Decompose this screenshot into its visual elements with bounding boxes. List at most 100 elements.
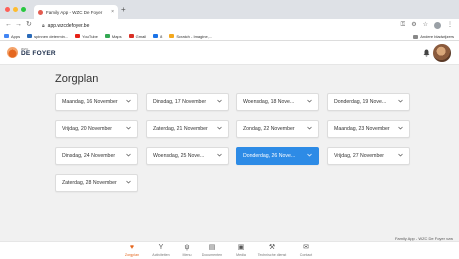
key-icon[interactable]: ⚿ bbox=[401, 21, 406, 29]
profile-icon[interactable] bbox=[434, 21, 441, 29]
bottom-nav: ♥ Zorgplan Y Activiteiten ψ Menu ▤ Documenten ▣ M… bbox=[0, 241, 459, 259]
forward-icon[interactable]: → bbox=[15, 21, 22, 29]
bookmark-icon bbox=[75, 34, 81, 38]
nav-label: Media bbox=[236, 253, 246, 257]
date-dropdown[interactable]: Zaterdag, 28 November bbox=[55, 174, 138, 192]
address-bar[interactable]: 🔒︎ app.wzcdefoyer.be bbox=[42, 21, 382, 30]
date-dropdown[interactable]: Donderdag, 19 Nove... bbox=[327, 93, 410, 111]
bookmark-label: Scratch - Imagine,... bbox=[176, 33, 213, 39]
bookmark-item[interactable]: 8 bbox=[153, 34, 162, 39]
browser-toolbar: ← → ↻ 🔒︎ app.wzcdefoyer.be ⚿ ⚙ ☆ ⋮ bbox=[0, 19, 459, 32]
bookmark-label: Apps bbox=[11, 33, 21, 39]
chevron-down-icon bbox=[398, 99, 403, 105]
nav-item-documenten[interactable]: ▤ Documenten bbox=[199, 244, 225, 257]
close-window-button[interactable] bbox=[5, 7, 10, 12]
nav-item-zorgplan[interactable]: ♥ Zorgplan bbox=[119, 244, 145, 257]
bookmark-label: spinnen determin... bbox=[34, 33, 69, 39]
bookmark-item[interactable]: Maps bbox=[104, 33, 122, 39]
bookmark-label: YouTube bbox=[82, 33, 98, 39]
reload-icon[interactable]: ↻ bbox=[26, 21, 32, 29]
date-dropdown[interactable]: Woensdag, 18 Nove... bbox=[236, 93, 319, 111]
nav-item-media[interactable]: ▣ Media bbox=[228, 244, 254, 257]
logo-text: DE FOYER bbox=[21, 49, 56, 57]
nav-label: Menu bbox=[182, 253, 192, 257]
logo-icon bbox=[7, 47, 18, 58]
mail-icon: ✉ bbox=[303, 244, 309, 251]
date-dropdown[interactable]: Maandag, 16 November bbox=[55, 93, 138, 111]
date-dropdown[interactable]: Maandag, 23 November bbox=[327, 120, 410, 138]
chevron-down-icon bbox=[217, 153, 222, 159]
bookmark-item[interactable]: Scratch - Imagine,... bbox=[169, 34, 212, 39]
chevron-down-icon bbox=[307, 99, 312, 105]
nav-label: Zorgplan bbox=[124, 253, 140, 257]
tab-title: Family App - WZC De Foyer bbox=[46, 9, 103, 15]
menu-dots-icon[interactable]: ⋮ bbox=[447, 21, 453, 29]
date-dropdown[interactable]: Dinsdag, 17 November bbox=[146, 93, 229, 111]
chevron-down-icon bbox=[126, 153, 131, 159]
date-dropdown[interactable]: Vrijdag, 20 November bbox=[55, 120, 138, 138]
new-tab-button[interactable]: + bbox=[121, 6, 126, 14]
date-dropdown[interactable]: Dinsdag, 24 November bbox=[55, 147, 138, 165]
date-dropdown-label: Dinsdag, 17 November bbox=[153, 99, 207, 105]
bookmark-icon bbox=[104, 34, 110, 38]
bookmark-item[interactable]: YouTube bbox=[75, 34, 98, 39]
minimize-window-button[interactable] bbox=[13, 7, 18, 12]
bookmark-icon bbox=[128, 34, 134, 38]
date-dropdown[interactable]: Vrijdag, 27 November bbox=[327, 147, 410, 165]
bookmarks-bar: Apps spinnen determin... YouTube Maps Gmail 8… bbox=[0, 32, 459, 41]
other-bookmarks[interactable]: Andere bladwijzers bbox=[413, 34, 454, 39]
nav-item-activiteiten[interactable]: Y Activiteiten bbox=[148, 244, 174, 257]
nav-label: Documenten bbox=[201, 253, 223, 257]
bookmark-icon bbox=[169, 34, 175, 38]
maximize-window-button[interactable] bbox=[21, 7, 26, 12]
back-icon[interactable]: ← bbox=[5, 21, 12, 29]
nav-item-menu[interactable]: ψ Menu bbox=[174, 244, 200, 257]
other-bookmarks-label: Andere bladwijzers bbox=[420, 34, 454, 39]
date-dropdown-label: Zondag, 22 November bbox=[243, 126, 295, 132]
date-dropdown[interactable]: Donderdag, 26 Nove... bbox=[236, 147, 319, 165]
heart-icon: ♥ bbox=[129, 244, 135, 251]
chevron-down-icon bbox=[126, 180, 131, 186]
date-dropdown-label: Woensdag, 25 Nove... bbox=[153, 153, 205, 159]
bell-icon[interactable] bbox=[423, 49, 430, 59]
chevron-down-icon bbox=[217, 126, 222, 132]
bookmark-label: Maps bbox=[111, 33, 122, 39]
nav-item-contact[interactable]: ✉ Contact bbox=[293, 244, 319, 257]
bookmark-icon bbox=[27, 34, 33, 38]
cutlery-icon: ψ bbox=[184, 244, 190, 251]
lock-icon: 🔒︎ bbox=[42, 22, 45, 29]
chevron-down-icon bbox=[217, 99, 222, 105]
date-dropdown[interactable]: Woensdag, 25 Nove... bbox=[146, 147, 229, 165]
close-tab-icon[interactable]: × bbox=[111, 9, 114, 15]
bookmark-icon bbox=[153, 34, 159, 38]
date-dropdown[interactable]: Zaterdag, 21 November bbox=[146, 120, 229, 138]
avatar[interactable] bbox=[433, 44, 451, 62]
nav-label: Contact bbox=[299, 253, 313, 257]
chevron-down-icon bbox=[126, 99, 131, 105]
star-icon[interactable]: ☆ bbox=[423, 21, 428, 29]
nav-label: Activiteiten bbox=[152, 253, 170, 257]
bookmark-item[interactable]: spinnen determin... bbox=[27, 34, 68, 39]
chevron-down-icon bbox=[307, 153, 312, 159]
bookmark-label: 8 bbox=[160, 33, 163, 39]
bookmark-label: Gmail bbox=[135, 33, 147, 39]
folder-icon bbox=[413, 34, 419, 39]
bookmark-item[interactable]: Gmail bbox=[128, 33, 147, 39]
date-dropdown-label: Zaterdag, 21 November bbox=[153, 126, 208, 132]
chevron-down-icon bbox=[307, 126, 312, 132]
date-dropdown[interactable]: Zondag, 22 November bbox=[236, 120, 319, 138]
chevron-down-icon bbox=[398, 153, 403, 159]
nav-label: Technische dienst bbox=[257, 253, 287, 257]
browser-tab[interactable]: Family App - WZC De Foyer × bbox=[34, 5, 118, 19]
extension-icon[interactable]: ⚙ bbox=[411, 21, 416, 29]
date-dropdown-label: Donderdag, 26 Nove... bbox=[243, 153, 296, 159]
page-title: Zorgplan bbox=[55, 73, 99, 85]
date-dropdown-label: Maandag, 16 November bbox=[62, 99, 118, 105]
browser-tab-strip: Family App - WZC De Foyer × + bbox=[0, 0, 459, 19]
wrench-icon: ⚒ bbox=[268, 244, 276, 251]
logo[interactable]: WZC DE FOYER bbox=[7, 47, 56, 58]
date-dropdown-label: Zaterdag, 28 November bbox=[62, 180, 117, 186]
bookmark-item[interactable]: Apps bbox=[4, 34, 20, 39]
nav-item-technische-dienst[interactable]: ⚒ Technische dienst bbox=[257, 244, 287, 257]
bookmark-icon bbox=[4, 34, 9, 38]
